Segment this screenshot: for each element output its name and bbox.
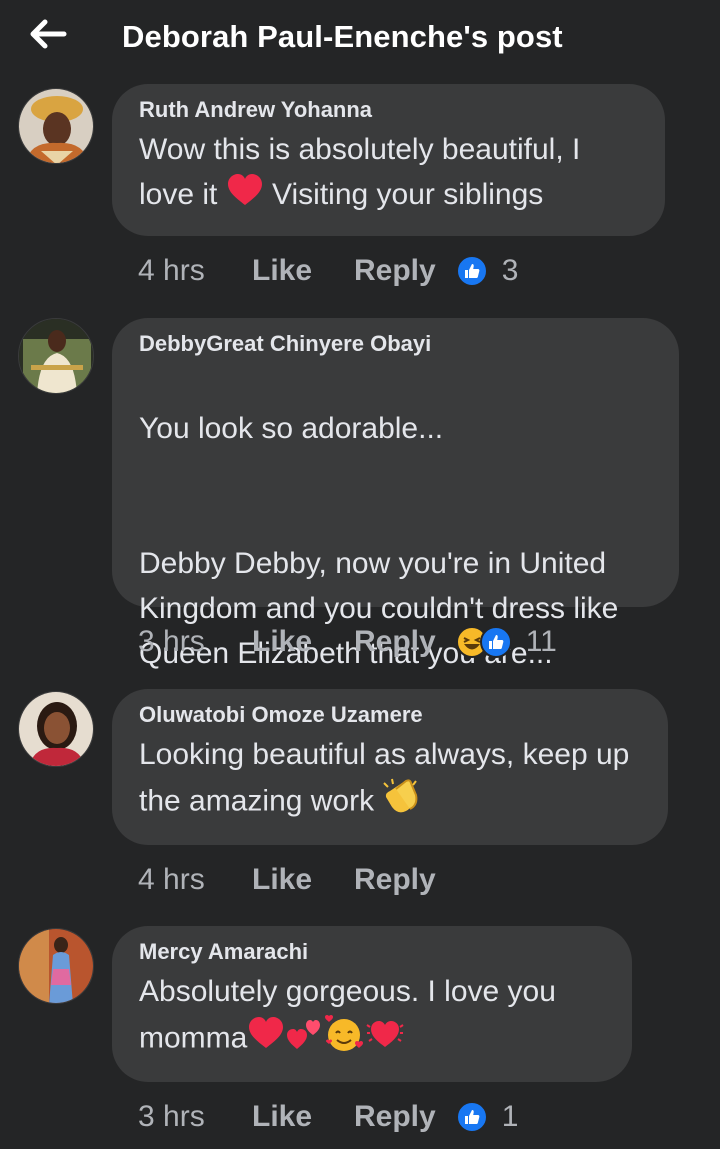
comment-author[interactable]: Ruth Andrew Yohanna [139, 96, 639, 124]
avatar[interactable] [18, 928, 94, 1004]
like-reaction-icon [479, 626, 512, 658]
comment-bubble: Mercy Amarachi Absolutely gorgeous. I lo… [112, 926, 632, 1082]
comment-actions: 4 hrs Like Reply [138, 860, 456, 900]
reaction-summary[interactable]: 3 [455, 254, 519, 288]
comment-author[interactable]: DebbyGreat Chinyere Obayi [139, 330, 653, 358]
reaction-count: 1 [501, 1100, 519, 1133]
two-hearts-icon [285, 1015, 323, 1064]
comment-text-line: You look so adorable... [139, 412, 444, 445]
reaction-summary[interactable]: 11 [455, 625, 557, 659]
comment-text: Absolutely gorgeous. I love you momma [139, 969, 606, 1065]
reply-button[interactable]: Reply [354, 625, 436, 659]
comment-actions: 3 hrs Like Reply 1 [138, 1097, 518, 1137]
page-title: Deborah Paul-Enenche's post [122, 19, 563, 54]
like-button[interactable]: Like [252, 1100, 354, 1134]
comment-bubble: DebbyGreat Chinyere Obayi You look so ad… [112, 318, 679, 670]
comment-text-part: Visiting your siblings [263, 178, 544, 211]
reply-button[interactable]: Reply [354, 1100, 436, 1134]
reply-button[interactable]: Reply [354, 863, 436, 897]
avatar[interactable] [18, 88, 94, 164]
comment-actions: 3 hrs Like Reply 11 [138, 622, 557, 662]
reaction-count: 11 [525, 625, 557, 658]
comment-bubble: Ruth Andrew Yohanna Wow this is absolute… [112, 84, 665, 236]
comment-text: Wow this is absolutely beautiful, I love… [139, 127, 639, 220]
like-reaction-icon [455, 255, 488, 287]
like-button[interactable]: Like [252, 254, 354, 288]
like-button[interactable]: Like [252, 863, 354, 897]
comment-text: Looking beautiful as always, keep up the… [139, 732, 642, 828]
comment-timestamp[interactable]: 4 hrs [138, 254, 252, 288]
comment-author[interactable]: Mercy Amarachi [139, 938, 606, 966]
arrow-left-icon [30, 19, 67, 49]
like-reaction-icon [455, 1101, 488, 1133]
clapping-hands-icon [382, 777, 422, 828]
comment-timestamp[interactable]: 4 hrs [138, 863, 252, 897]
reaction-count: 3 [501, 254, 519, 287]
comment-bubble: Oluwatobi Omoze Uzamere Looking beautifu… [112, 689, 668, 845]
smiling-face-with-hearts-icon [323, 1014, 365, 1065]
comment-timestamp[interactable]: 3 hrs [138, 625, 252, 659]
like-button[interactable]: Like [252, 625, 354, 659]
header-bar: Deborah Paul-Enenche's post [0, 0, 720, 78]
red-heart-icon [247, 1016, 285, 1063]
reply-button[interactable]: Reply [354, 254, 436, 288]
reaction-summary[interactable]: 1 [455, 1100, 519, 1134]
comment-timestamp[interactable]: 3 hrs [138, 1100, 252, 1134]
avatar[interactable] [18, 318, 94, 394]
back-button[interactable] [26, 14, 70, 54]
comment-author[interactable]: Oluwatobi Omoze Uzamere [139, 701, 642, 729]
red-heart-icon [226, 173, 264, 220]
comment-text: You look so adorable... Debby Debby, now… [139, 361, 653, 721]
avatar[interactable] [18, 691, 94, 767]
beating-heart-icon [365, 1015, 405, 1064]
comment-actions: 4 hrs Like Reply 3 [138, 251, 518, 291]
